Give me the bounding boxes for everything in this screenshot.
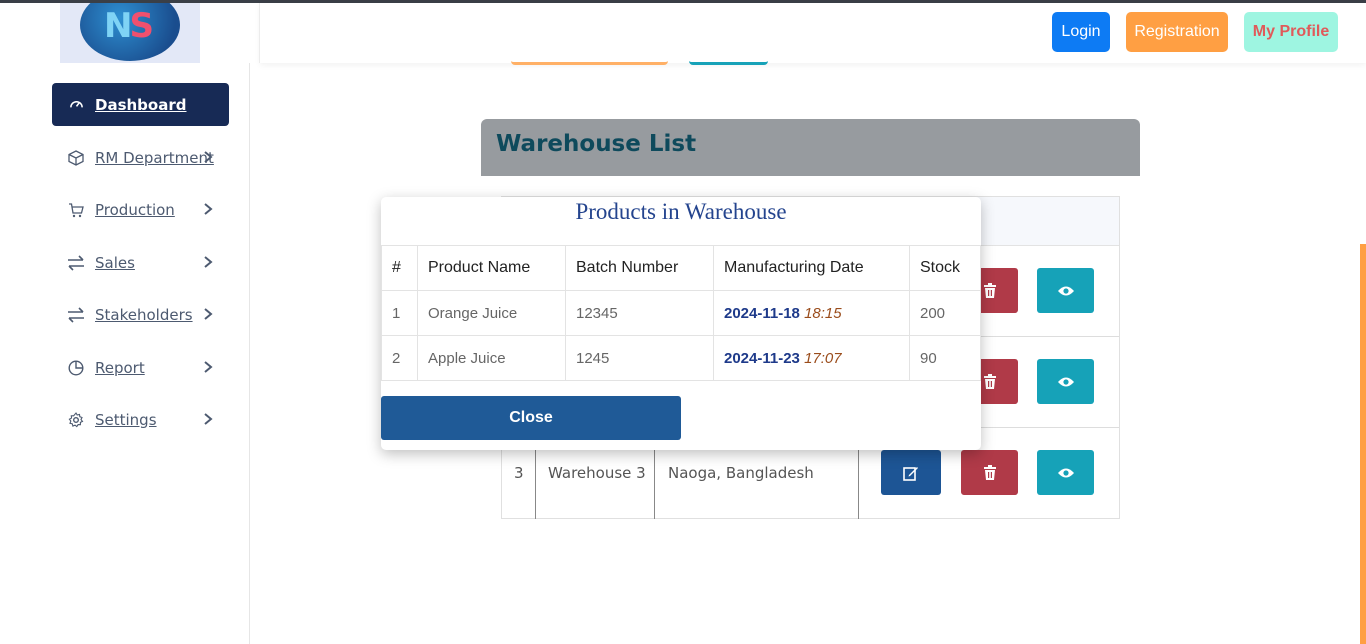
sidebar-item-rm-department[interactable]: RM Department (52, 136, 229, 179)
date-value: 2024-11-18 (724, 304, 800, 322)
box-icon (67, 149, 85, 167)
view-button[interactable] (1037, 268, 1094, 313)
page-title: Warehouse List (496, 131, 697, 157)
cart-icon (67, 201, 85, 219)
view-button[interactable] (1037, 450, 1094, 495)
partial-orange-button[interactable] (511, 60, 668, 65)
table-header-row: # Product Name Batch Number Manufacturin… (381, 245, 981, 291)
row-index: 2 (381, 335, 418, 381)
sidebar-item-label: Dashboard (95, 95, 187, 114)
chevron-right-icon (199, 148, 217, 166)
logo-text: NS (104, 6, 154, 46)
products-modal: Products in Warehouse # Product Name Bat… (381, 197, 981, 450)
sidebar-item-stakeholders[interactable]: Stakeholders (52, 293, 229, 336)
row-index: 1 (381, 290, 418, 336)
sidebar-item-report[interactable]: Report (52, 346, 229, 389)
logo[interactable]: NS (60, 3, 200, 63)
col-index: # (381, 245, 418, 291)
warehouse-index: 3 (514, 464, 524, 482)
chevron-right-icon (199, 305, 217, 323)
table-row: 2 Apple Juice 1245 2024-11-23 17:07 90 (381, 335, 981, 381)
right-edge-accent (1360, 244, 1366, 644)
warehouse-list-header: Warehouse List (481, 119, 1140, 176)
stock: 200 (909, 290, 981, 336)
time-value: 18:15 (804, 304, 842, 322)
table-row: 1 Orange Juice 12345 2024-11-18 18:15 20… (381, 290, 981, 336)
trash-icon (983, 282, 996, 298)
batch-number: 1245 (565, 335, 714, 381)
col-product-name: Product Name (417, 245, 566, 291)
manufacturing-date: 2024-11-23 17:07 (713, 335, 910, 381)
product-name: Orange Juice (417, 290, 566, 336)
sidebar-item-dashboard[interactable]: Dashboard (52, 83, 229, 126)
product-name: Apple Juice (417, 335, 566, 381)
gear-icon (67, 411, 85, 429)
col-stock: Stock (909, 245, 981, 291)
header-divider (259, 3, 260, 63)
sidebar-item-sales[interactable]: Sales (52, 241, 229, 284)
col-manufacturing-date: Manufacturing Date (713, 245, 910, 291)
top-header: Login Registration My Profile (260, 3, 1366, 63)
trash-icon (983, 373, 996, 389)
sidebar-item-label: Report (95, 358, 145, 377)
trash-icon (983, 464, 996, 480)
edit-button[interactable] (881, 450, 941, 495)
chevron-right-icon (199, 358, 217, 376)
sidebar-item-label: Settings (95, 410, 157, 429)
gauge-icon (67, 96, 85, 114)
manufacturing-date: 2024-11-18 18:15 (713, 290, 910, 336)
sidebar-item-label: Production (95, 200, 175, 219)
pie-chart-icon (67, 359, 85, 377)
registration-button[interactable]: Registration (1126, 12, 1228, 52)
stock: 90 (909, 335, 981, 381)
date-value: 2024-11-23 (724, 349, 800, 367)
sidebar-item-label: Sales (95, 253, 135, 272)
view-button[interactable] (1037, 359, 1094, 404)
col-batch-number: Batch Number (565, 245, 714, 291)
eye-icon (1057, 377, 1074, 386)
exchange-icon (67, 306, 85, 324)
modal-title: Products in Warehouse (575, 199, 787, 224)
batch-number: 12345 (565, 290, 714, 336)
edit-icon (903, 466, 918, 481)
sidebar-item-label: RM Department (95, 148, 214, 167)
exchange-icon (67, 254, 85, 272)
sidebar-item-production[interactable]: Production (52, 188, 229, 231)
warehouse-name: Warehouse 3 (548, 464, 646, 482)
partial-teal-button[interactable] (689, 60, 768, 65)
delete-button[interactable] (961, 450, 1018, 495)
products-table: # Product Name Batch Number Manufacturin… (381, 245, 981, 381)
sidebar-item-label: Stakeholders (95, 305, 193, 324)
sidebar-item-settings[interactable]: Settings (52, 398, 229, 441)
warehouse-location: Naoga, Bangladesh (668, 464, 814, 482)
chevron-right-icon (199, 253, 217, 271)
login-button[interactable]: Login (1052, 12, 1110, 52)
my-profile-button[interactable]: My Profile (1244, 12, 1338, 52)
close-button[interactable]: Close (381, 396, 681, 440)
time-value: 17:07 (804, 349, 842, 367)
eye-icon (1057, 286, 1074, 295)
chevron-right-icon (199, 410, 217, 428)
chevron-right-icon (199, 200, 217, 218)
eye-icon (1057, 468, 1074, 477)
sidebar-divider (249, 63, 250, 644)
